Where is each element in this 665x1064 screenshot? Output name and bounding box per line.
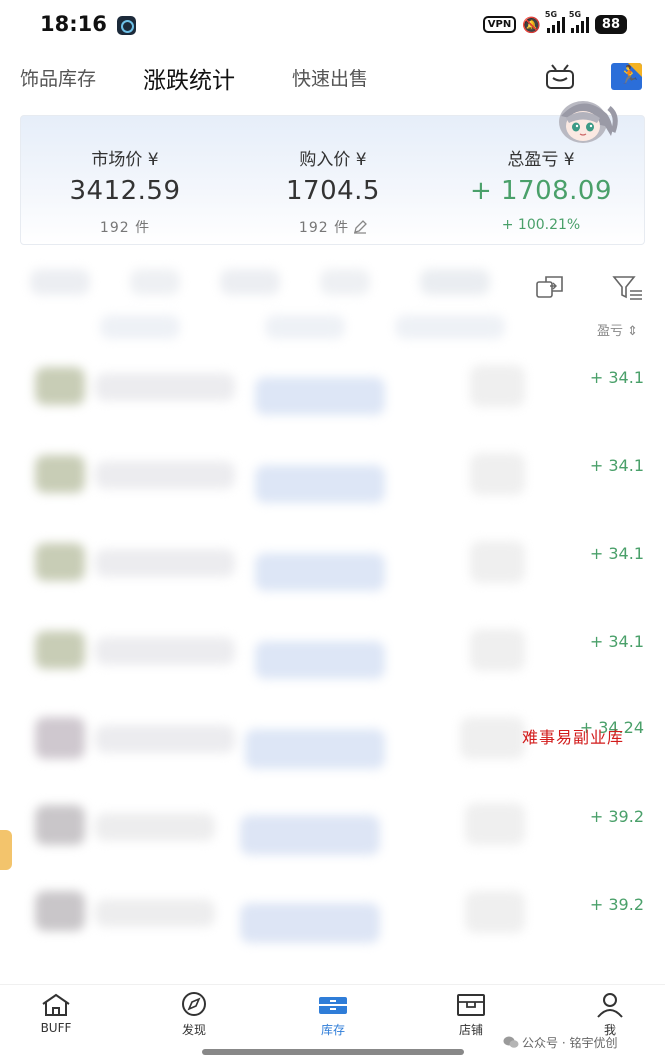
nav-inventory-label: 库存 [320,1023,345,1037]
nav-me[interactable]: 我 [570,991,650,1038]
transfer-icon[interactable] [534,273,566,301]
signal-icon: 5G [569,10,589,33]
status-indicators: VPN 🔕 5G 5G 88 [482,10,627,34]
nav-discover-label: 发现 [181,1023,206,1037]
mute-icon: 🔕 [522,15,541,34]
nav-shop[interactable]: 店铺 [431,991,511,1038]
wechat-mark: 公众号 · 铭宇优创 [503,1034,617,1051]
status-bar: 18:16 VPN 🔕 5G 5G 88 [0,0,665,52]
row-profit: + 39.2 [589,895,644,914]
network-type: 5G [568,10,582,19]
blurred-list-region [0,255,665,985]
row-profit: + 39.2 [589,807,644,826]
purchase-price-value: 1704.5 [286,176,380,206]
row-profit: + 34.1 [589,544,644,563]
purchase-count: 192 件 [298,220,350,236]
network-type: 5G [544,10,558,19]
watermark-text: 难事易副业库 [522,728,625,747]
tab-price-stats[interactable]: 涨跌统计 [143,61,235,95]
home-icon [42,993,70,1016]
sport-icon[interactable]: 🏃 [611,63,642,90]
shop-icon [457,994,485,1016]
signal-icon: 5G [545,10,565,33]
total-profit-value: + 1708.09 [469,176,613,206]
nav-buff-label: BUFF [40,1021,72,1035]
sort-by-profit[interactable]: 盈亏 ⇕ [597,320,638,339]
store-icon[interactable] [544,63,576,91]
compass-icon [182,992,206,1016]
wechat-icon [503,1036,519,1048]
market-count: 192 件 [99,220,151,236]
total-profit-label: 总盈亏 ¥ [507,150,575,170]
market-price-value: 3412.59 [69,176,181,206]
app-screen: 18:16 VPN 🔕 5G 5G 88 饰品库存 涨跌统计 快速出售 🏃 市场… [0,0,665,1064]
mascot-avatar[interactable] [553,96,619,144]
nav-buff[interactable]: BUFF [16,991,96,1035]
battery-icon: 88 [594,15,627,34]
tab-quick-sell[interactable]: 快速出售 [292,64,368,91]
vpn-icon: VPN [482,16,517,33]
edit-icon[interactable] [353,220,367,234]
purchase-count-row[interactable]: 192 件 [229,217,437,237]
filter-icon[interactable] [612,273,644,301]
summary-card: 市场价 ¥ 3412.59 192 件 购入价 ¥ 1704.5 192 件 总… [20,115,645,245]
home-indicator[interactable] [202,1049,464,1055]
market-price-label: 市场价 ¥ [91,150,159,170]
nav-inventory[interactable]: 库存 [293,991,373,1038]
side-handle[interactable] [0,830,12,870]
purchase-price-block: 购入价 ¥ 1704.5 192 件 [229,116,437,246]
tab-inventory[interactable]: 饰品库存 [20,64,96,91]
purchase-price-label: 购入价 ¥ [299,150,367,170]
row-profit: + 34.1 [589,632,644,651]
user-icon [597,993,623,1018]
row-profit: + 34.1 [589,456,644,475]
status-time: 18:16 [40,12,107,36]
wechat-account: 公众号 · 铭宇优创 [522,1036,618,1050]
app-notification-icon [117,16,136,35]
row-profit: + 34.1 [589,368,644,387]
nav-shop-label: 店铺 [458,1023,483,1037]
total-profit-percent: + 100.21% [501,217,581,233]
nav-discover[interactable]: 发现 [154,991,234,1038]
inventory-icon [319,997,347,1014]
market-price-block: 市场价 ¥ 3412.59 192 件 [21,116,229,246]
